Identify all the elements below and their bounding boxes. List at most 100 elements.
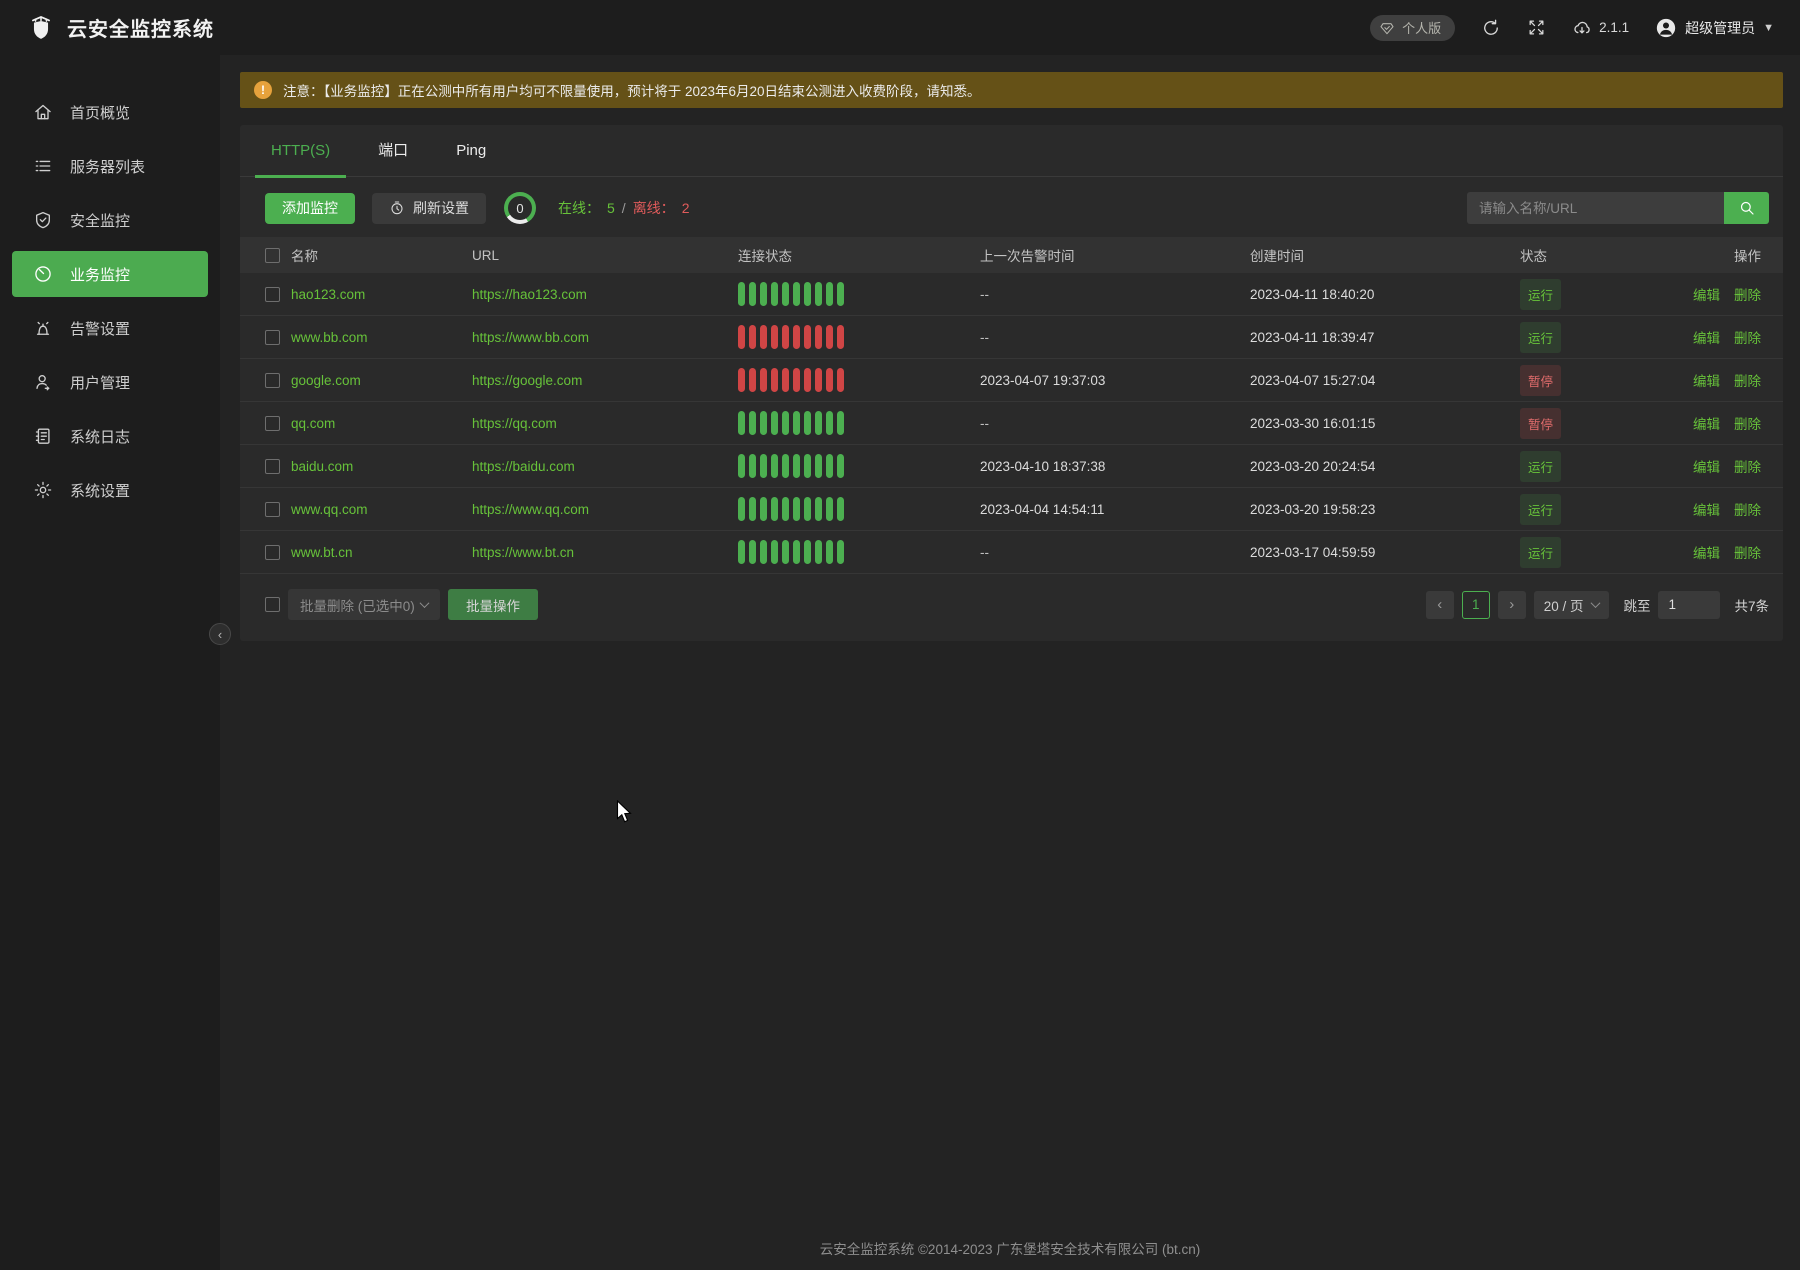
row-checkbox[interactable] <box>265 373 280 388</box>
sidebar-item-user[interactable]: 用户管理 <box>12 359 208 405</box>
monitor-url[interactable]: https://www.bt.cn <box>472 545 738 560</box>
col-created: 创建时间 <box>1250 245 1520 265</box>
edit-link[interactable]: 编辑 <box>1693 284 1720 304</box>
delete-link[interactable]: 删除 <box>1734 370 1761 390</box>
refresh-settings-button[interactable]: 刷新设置 <box>372 193 486 224</box>
status-bar <box>804 540 811 564</box>
batch-execute-button[interactable]: 批量操作 <box>448 589 538 620</box>
col-status: 状态 <box>1520 245 1651 265</box>
sidebar-collapse-button[interactable]: ‹ <box>209 623 231 645</box>
status-bar <box>760 497 767 521</box>
chevron-down-icon: ▼ <box>1763 22 1774 34</box>
row-checkbox[interactable] <box>265 287 280 302</box>
edit-link[interactable]: 编辑 <box>1693 370 1720 390</box>
status-bar <box>782 282 789 306</box>
next-page-button[interactable]: › <box>1498 591 1526 619</box>
status-bar <box>826 368 833 392</box>
status-bar <box>771 454 778 478</box>
row-checkbox[interactable] <box>265 459 280 474</box>
fullscreen-icon[interactable] <box>1527 18 1546 37</box>
delete-link[interactable]: 删除 <box>1734 499 1761 519</box>
monitor-url[interactable]: https://qq.com <box>472 416 738 431</box>
sidebar-item-log[interactable]: 系统日志 <box>12 413 208 459</box>
edit-link[interactable]: 编辑 <box>1693 327 1720 347</box>
table-row: hao123.com https://hao123.com -- 2023-04… <box>240 273 1783 316</box>
status-bar <box>760 282 767 306</box>
row-checkbox[interactable] <box>265 545 280 560</box>
row-checkbox[interactable] <box>265 416 280 431</box>
refresh-settings-label: 刷新设置 <box>413 198 469 218</box>
sidebar-item-alarm[interactable]: 告警设置 <box>12 305 208 351</box>
tab-ping[interactable]: Ping <box>440 125 502 177</box>
user-menu[interactable]: 超级管理员 ▼ <box>1655 17 1774 39</box>
sidebar-item-gauge[interactable]: 业务监控 <box>12 251 208 297</box>
tab-https[interactable]: HTTP(S) <box>255 125 346 177</box>
tab-port[interactable]: 端口 <box>362 125 424 177</box>
version-label: 2.1.1 <box>1599 20 1629 35</box>
refresh-icon[interactable] <box>1481 18 1501 38</box>
monitor-url[interactable]: https://www.bb.com <box>472 330 738 345</box>
status-badge: 运行 <box>1520 279 1561 310</box>
separator: / <box>622 200 626 216</box>
edit-link[interactable]: 编辑 <box>1693 499 1720 519</box>
add-monitor-button[interactable]: 添加监控 <box>265 193 355 224</box>
app-title: 云安全监控系统 <box>67 13 214 42</box>
row-checkbox[interactable] <box>265 502 280 517</box>
monitor-url[interactable]: https://google.com <box>472 373 738 388</box>
sidebar-item-label: 告警设置 <box>70 318 130 339</box>
offline-label: 离线： <box>633 198 675 218</box>
current-page-button[interactable]: 1 <box>1462 591 1490 619</box>
status-bar <box>826 411 833 435</box>
status-bar <box>804 411 811 435</box>
table-row: baidu.com https://baidu.com 2023-04-10 1… <box>240 445 1783 488</box>
sidebar-item-list[interactable]: 服务器列表 <box>12 143 208 189</box>
search-button[interactable] <box>1724 192 1769 224</box>
sidebar-item-shield-check[interactable]: 安全监控 <box>12 197 208 243</box>
batch-action-dropdown[interactable]: 批量删除 (已选中0) <box>288 589 440 620</box>
table-row: www.qq.com https://www.qq.com 2023-04-04… <box>240 488 1783 531</box>
status-bar <box>771 325 778 349</box>
page-size-select[interactable]: 20 / 页 <box>1534 591 1610 619</box>
row-checkbox[interactable] <box>265 330 280 345</box>
status-bar <box>815 325 822 349</box>
delete-link[interactable]: 删除 <box>1734 284 1761 304</box>
batch-dropdown-label: 批量删除 (已选中0) <box>300 595 415 615</box>
timer-icon <box>389 200 405 216</box>
delete-link[interactable]: 删除 <box>1734 413 1761 433</box>
created-time: 2023-03-30 16:01:15 <box>1250 416 1520 431</box>
edit-link[interactable]: 编辑 <box>1693 456 1720 476</box>
monitor-url[interactable]: https://baidu.com <box>472 459 738 474</box>
prev-page-button[interactable]: ‹ <box>1426 591 1454 619</box>
status-badge: 运行 <box>1520 451 1561 482</box>
edition-badge[interactable]: 个人版 <box>1370 15 1455 41</box>
select-all-checkbox[interactable] <box>265 248 280 263</box>
edit-link[interactable]: 编辑 <box>1693 413 1720 433</box>
gear-icon <box>33 480 53 500</box>
monitor-url[interactable]: https://www.qq.com <box>472 502 738 517</box>
batch-bar: 批量删除 (已选中0) 批量操作 ‹ 1 › 20 / 页 跳至 共7条 <box>240 574 1783 620</box>
status-bar <box>771 368 778 392</box>
status-bar <box>793 497 800 521</box>
connection-status-bars <box>738 282 980 306</box>
sidebar-item-home[interactable]: 首页概览 <box>12 89 208 135</box>
version-area[interactable]: 2.1.1 <box>1572 18 1629 38</box>
last-alert-time: -- <box>980 545 1250 560</box>
status-bar <box>760 454 767 478</box>
monitor-url[interactable]: https://hao123.com <box>472 287 738 302</box>
delete-link[interactable]: 删除 <box>1734 456 1761 476</box>
connection-status-bars <box>738 540 980 564</box>
batch-select-all-checkbox[interactable] <box>265 597 280 612</box>
delete-link[interactable]: 删除 <box>1734 542 1761 562</box>
delete-link[interactable]: 删除 <box>1734 327 1761 347</box>
status-bar <box>793 282 800 306</box>
edit-link[interactable]: 编辑 <box>1693 542 1720 562</box>
search-input[interactable] <box>1467 192 1724 224</box>
sidebar-item-gear[interactable]: 系统设置 <box>12 467 208 513</box>
status-bar <box>771 540 778 564</box>
online-count: 5 <box>607 200 615 216</box>
refresh-progress-ring: 0 <box>504 192 536 224</box>
last-alert-time: -- <box>980 416 1250 431</box>
connection-status-bars <box>738 368 980 392</box>
jump-page-input[interactable] <box>1658 591 1720 619</box>
status-bar <box>837 325 844 349</box>
